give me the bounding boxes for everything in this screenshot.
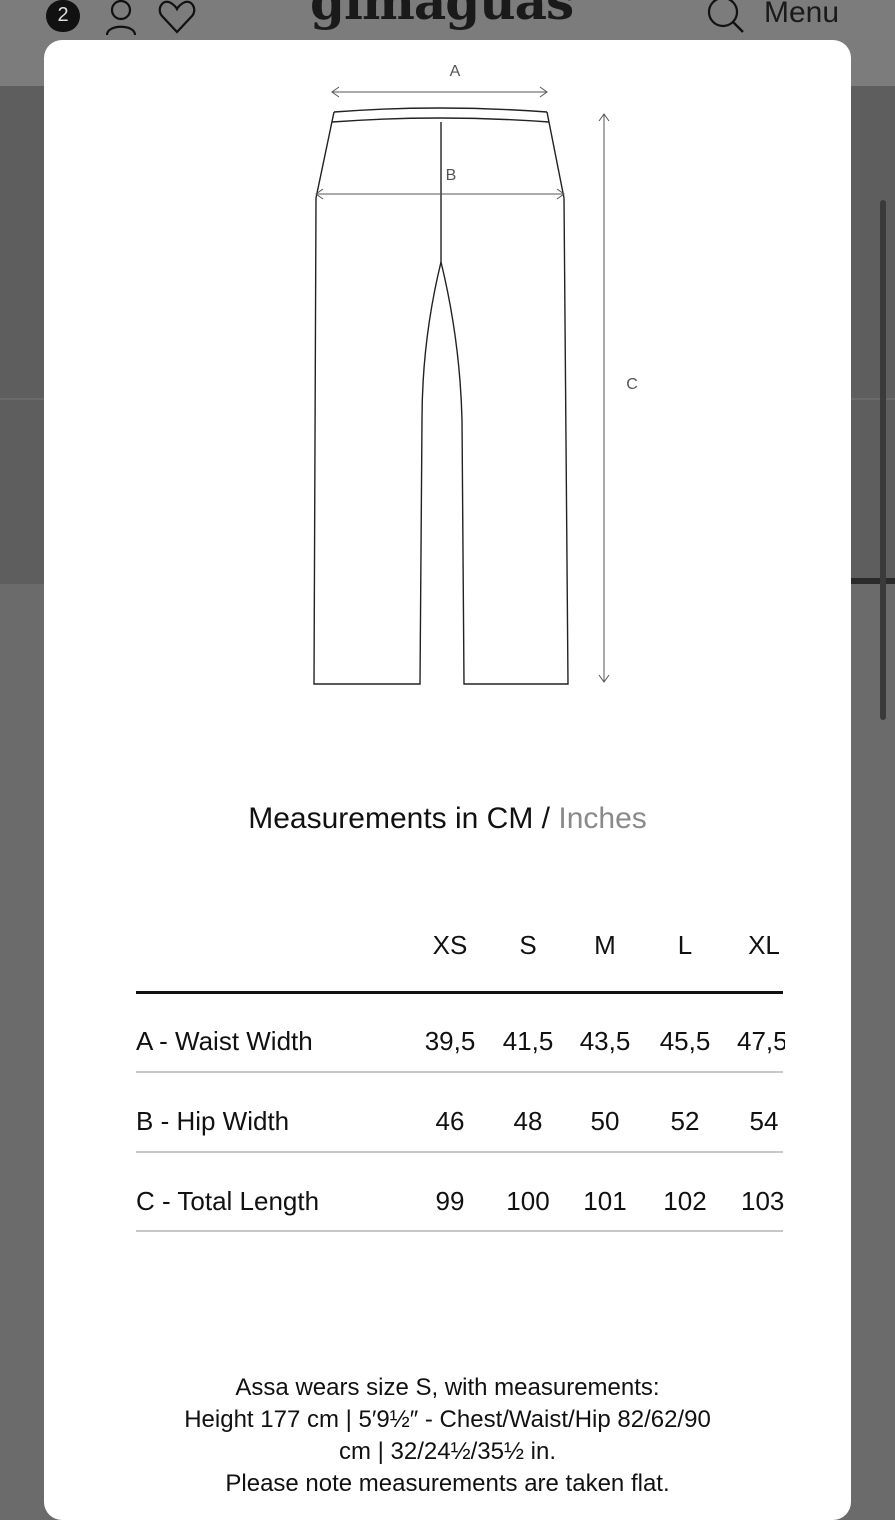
unit-inches-option[interactable]: Inches [558,802,646,835]
table-row-rule [136,1230,783,1232]
table-row: B - Hip Width 46 48 50 52 54 [136,1106,783,1146]
diagram-label-b: B [446,167,457,184]
note-line: Please note measurements are taken flat. [225,1470,670,1497]
row-label: C - Total Length [136,1186,320,1216]
heart-icon[interactable] [158,0,196,34]
menu-button[interactable]: Menu [764,0,839,30]
size-header: M [594,930,616,960]
table-row-rule [136,1151,783,1153]
note-line: cm | 32/24½/35½ in. [338,1438,557,1465]
search-icon[interactable] [706,0,746,36]
table-cell: 41,5 [502,1026,554,1056]
table-cell: 46 [435,1106,465,1136]
unit-toggle: Measurements in CM / Inches [44,802,851,836]
size-header: L [677,930,693,960]
table-cell: 52 [670,1106,700,1136]
diagram-label-c: C [626,376,638,393]
table-cell: 45,5 [659,1026,711,1056]
size-guide-modal: A B C Measurements in CM / Inches XS S M… [44,40,851,1520]
size-header: S [519,930,537,960]
table-cell: 99 [435,1186,465,1216]
note-line: Assa wears size S, with measurements: [235,1374,660,1401]
note-line: Height 177 cm | 5′9½″ - Chest/Waist/Hip … [184,1406,711,1433]
user-icon[interactable] [104,0,138,36]
table-header-rule [136,991,783,994]
cart-count-badge[interactable]: 2 [46,0,80,32]
table-cell: 54 [749,1106,779,1136]
background-divider [850,578,895,584]
pants-measurement-diagram: A B C [313,63,638,685]
table-cell: 48 [513,1106,543,1136]
model-size-note: Assa wears size S, with measurements: He… [44,1372,851,1500]
size-header: XL [748,930,780,960]
size-table: XS S M L XL A - Waist Width 39,5 41,5 43… [136,930,785,1232]
diagram-label-a: A [450,63,461,80]
size-header: XS [432,930,468,960]
table-cell: 43,5 [579,1026,631,1056]
table-row-rule [136,1071,783,1073]
table-cell: 47,5 [737,1026,785,1056]
unit-cm-option[interactable]: Measurements in CM [248,802,533,835]
row-label: B - Hip Width [136,1106,290,1136]
table-row: C - Total Length 99 100 101 102 103 [136,1186,784,1226]
table-cell: 50 [590,1106,620,1136]
table-row: A - Waist Width 39,5 41,5 43,5 45,5 47,5 [136,1026,785,1066]
table-cell: 39,5 [424,1026,476,1056]
table-cell: 101 [583,1186,627,1216]
table-cell: 102 [663,1186,707,1216]
page-scrollbar[interactable] [880,200,886,720]
unit-separator: / [533,802,559,835]
table-cell: 103 [741,1186,785,1216]
table-cell: 100 [506,1186,550,1216]
row-label: A - Waist Width [136,1026,313,1056]
brand-logo[interactable]: gimaguas [310,0,574,31]
size-header-row: XS S M L XL [136,930,783,992]
